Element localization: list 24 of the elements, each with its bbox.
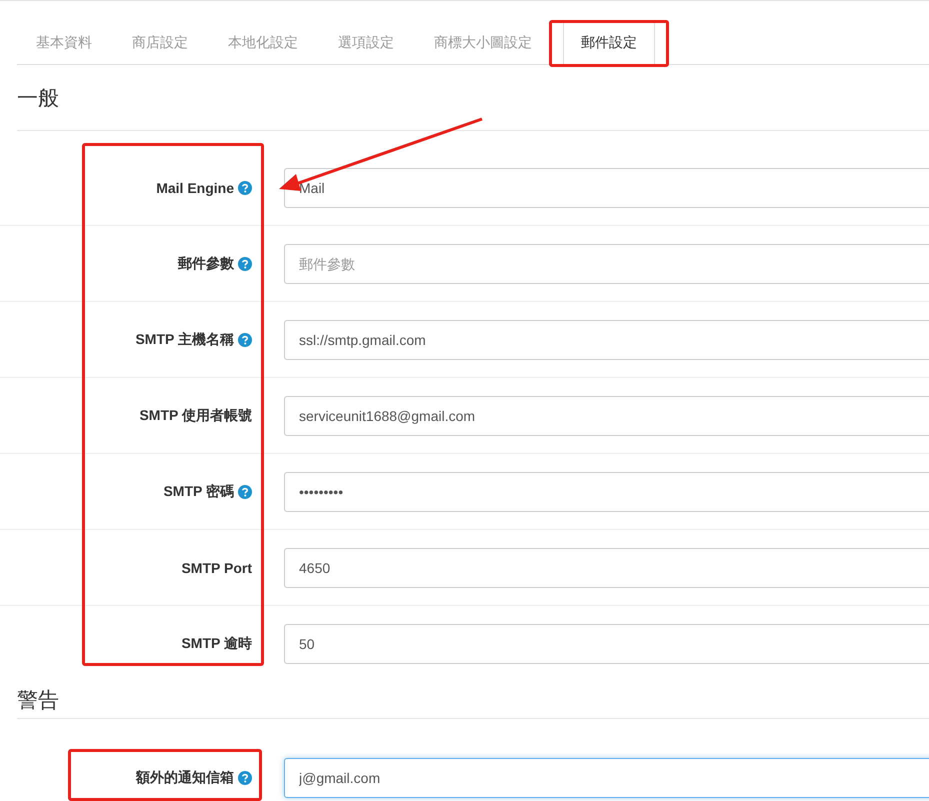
text-input[interactable]: ssl://smtp.gmail.com [284, 320, 929, 360]
field-label: Mail Engine [156, 180, 234, 196]
text-input[interactable]: Mail [284, 168, 929, 208]
text-input[interactable]: j@gmail.com [284, 758, 929, 798]
field-label: SMTP 密碼 [163, 482, 234, 500]
tab[interactable]: 郵件設定 [563, 20, 655, 65]
help-icon[interactable] [238, 770, 252, 784]
field-label: SMTP Port [181, 560, 252, 576]
help-icon[interactable] [238, 484, 252, 498]
section-heading: 警告 [17, 681, 929, 719]
section-heading: 一般 [17, 65, 929, 131]
help-icon[interactable] [238, 256, 252, 270]
text-input[interactable]: 50 [284, 624, 929, 664]
text-input[interactable]: 郵件參數 [284, 244, 929, 284]
help-icon[interactable] [238, 180, 252, 194]
text-input[interactable]: ••••••••• [284, 472, 929, 512]
field-label: SMTP 主機名稱 [135, 330, 234, 348]
field-label: SMTP 使用者帳號 [139, 406, 252, 424]
help-icon[interactable] [238, 332, 252, 346]
text-input[interactable]: serviceunit1688@gmail.com [284, 396, 929, 436]
field-label: 額外的通知信箱 [136, 768, 234, 786]
text-input[interactable]: 4650 [284, 548, 929, 588]
field-label: 郵件參數 [178, 254, 234, 272]
field-label: SMTP 逾時 [181, 634, 252, 652]
